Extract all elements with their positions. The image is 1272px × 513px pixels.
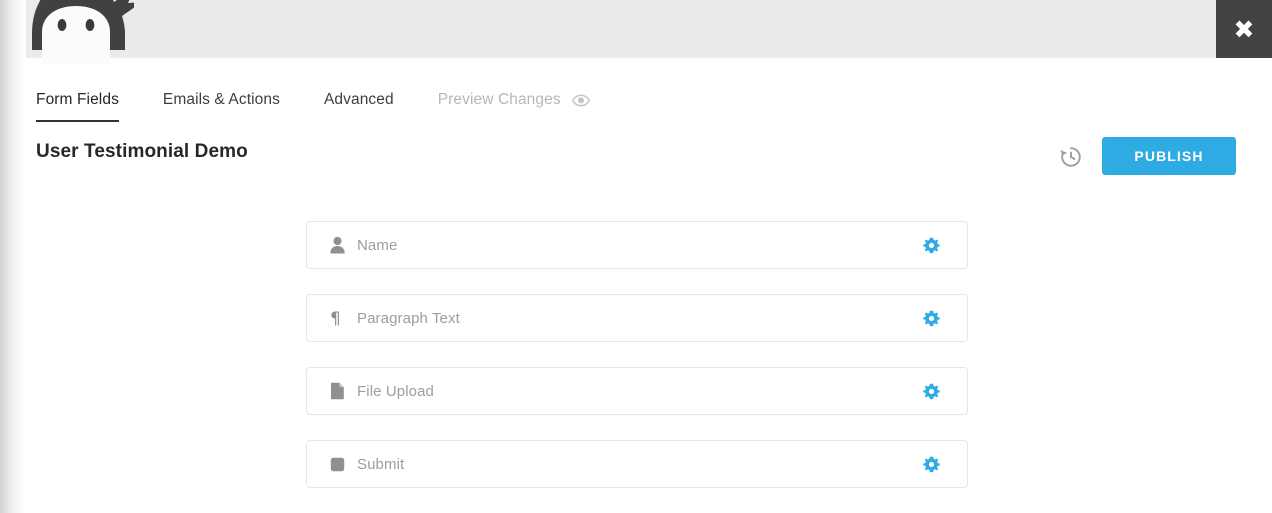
- gear-icon: [922, 383, 940, 399]
- pilcrow-icon: ¶: [325, 309, 349, 327]
- user-icon: [325, 236, 349, 254]
- tab-advanced-label: Advanced: [323, 91, 394, 108]
- publish-button-label: PUBLISH: [1134, 148, 1204, 164]
- top-header-bar: ✖: [0, 0, 1272, 64]
- field-row-submit[interactable]: Submit: [306, 440, 968, 488]
- tab-emails-actions[interactable]: Emails & Actions: [163, 91, 280, 122]
- field-label-paragraph-text: Paragraph Text: [357, 309, 460, 327]
- tab-preview-changes[interactable]: Preview Changes: [438, 91, 590, 122]
- ninja-forms-logo: [18, 0, 134, 72]
- builder-tabs: Form Fields Emails & Actions Advanced Pr…: [36, 91, 634, 122]
- publish-button[interactable]: PUBLISH: [1102, 137, 1236, 175]
- field-settings-gear-name[interactable]: [911, 237, 951, 254]
- button-icon: [325, 457, 349, 472]
- close-icon: ✖: [1233, 14, 1255, 44]
- field-label-name: Name: [357, 236, 398, 254]
- tab-form-fields-label: Form Fields: [36, 91, 119, 108]
- field-label-submit: Submit: [357, 455, 405, 473]
- tab-form-fields[interactable]: Form Fields: [36, 91, 119, 122]
- form-title: User Testimonial Demo: [36, 141, 248, 162]
- file-icon: [325, 382, 349, 400]
- builder-tabs-row: Form Fields Emails & Actions Advanced Pr…: [0, 58, 1272, 175]
- history-icon: [1060, 147, 1081, 167]
- field-settings-gear-file-upload[interactable]: [911, 383, 951, 400]
- svg-text:¶: ¶: [330, 309, 341, 327]
- field-settings-gear-paragraph-text[interactable]: [911, 310, 951, 327]
- eye-icon: [571, 93, 590, 107]
- field-row-file-upload[interactable]: File Upload: [306, 367, 968, 415]
- close-button[interactable]: ✖: [1216, 0, 1272, 58]
- gear-icon: [922, 310, 940, 326]
- form-builder-overlay: ✖ Form Fields Emails & Actions Advanced …: [0, 0, 1272, 513]
- revision-history-button[interactable]: [1056, 142, 1086, 172]
- tab-advanced[interactable]: Advanced: [324, 91, 394, 122]
- tab-emails-actions-label: Emails & Actions: [162, 91, 280, 108]
- gear-icon: [922, 237, 940, 253]
- field-row-paragraph-text[interactable]: ¶ Paragraph Text: [306, 294, 968, 342]
- tab-preview-changes-label: Preview Changes: [437, 91, 561, 108]
- field-row-name[interactable]: Name: [306, 221, 968, 269]
- field-settings-gear-submit[interactable]: [911, 456, 951, 473]
- field-label-file-upload: File Upload: [357, 382, 434, 400]
- form-field-list: Name ¶ Paragraph Text File Upload Submit: [306, 221, 968, 488]
- gear-icon: [922, 456, 940, 472]
